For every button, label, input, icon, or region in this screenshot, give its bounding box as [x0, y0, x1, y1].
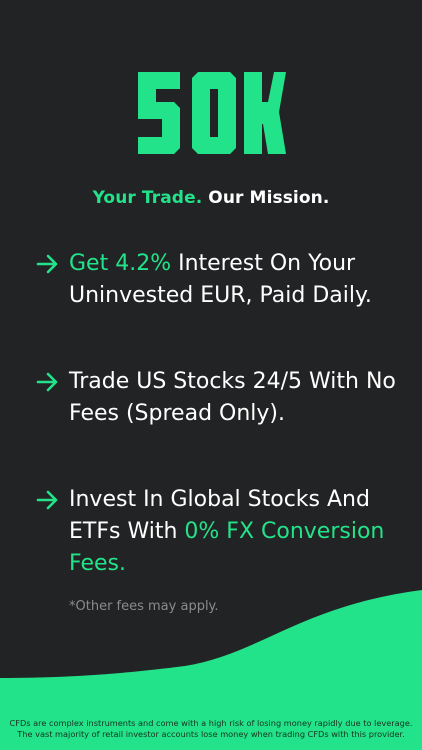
- feature-highlight: Get 4.2%: [69, 251, 172, 276]
- tagline-white: Our Mission.: [208, 188, 330, 208]
- feature-us-stocks: Trade US Stocks 24/5 With No Fees (Sprea…: [36, 366, 396, 430]
- logo-50k-icon: [138, 72, 286, 154]
- disclaimer-line-1: CFDs are complex instruments and come wi…: [9, 718, 413, 728]
- feature-text: Get 4.2% Interest On Your Uninvested EUR…: [69, 248, 396, 312]
- feature-global-stocks: Invest In Global Stocks And ETFs With 0%…: [36, 484, 396, 580]
- brand-logo: [0, 72, 422, 162]
- tagline: Your Trade. Our Mission.: [0, 188, 422, 208]
- feature-text: Invest In Global Stocks And ETFs With 0%…: [69, 484, 396, 580]
- arrow-right-icon: [36, 254, 58, 274]
- arrow-right-icon: [36, 490, 58, 510]
- tagline-green: Your Trade.: [92, 188, 203, 208]
- arrow-right-icon: [36, 372, 58, 392]
- risk-disclaimer: CFDs are complex instruments and come wi…: [0, 718, 422, 740]
- feature-interest: Get 4.2% Interest On Your Uninvested EUR…: [36, 248, 396, 312]
- feature-text: Trade US Stocks 24/5 With No Fees (Sprea…: [69, 369, 396, 426]
- disclaimer-line-2: The vast majority of retail investor acc…: [17, 729, 405, 739]
